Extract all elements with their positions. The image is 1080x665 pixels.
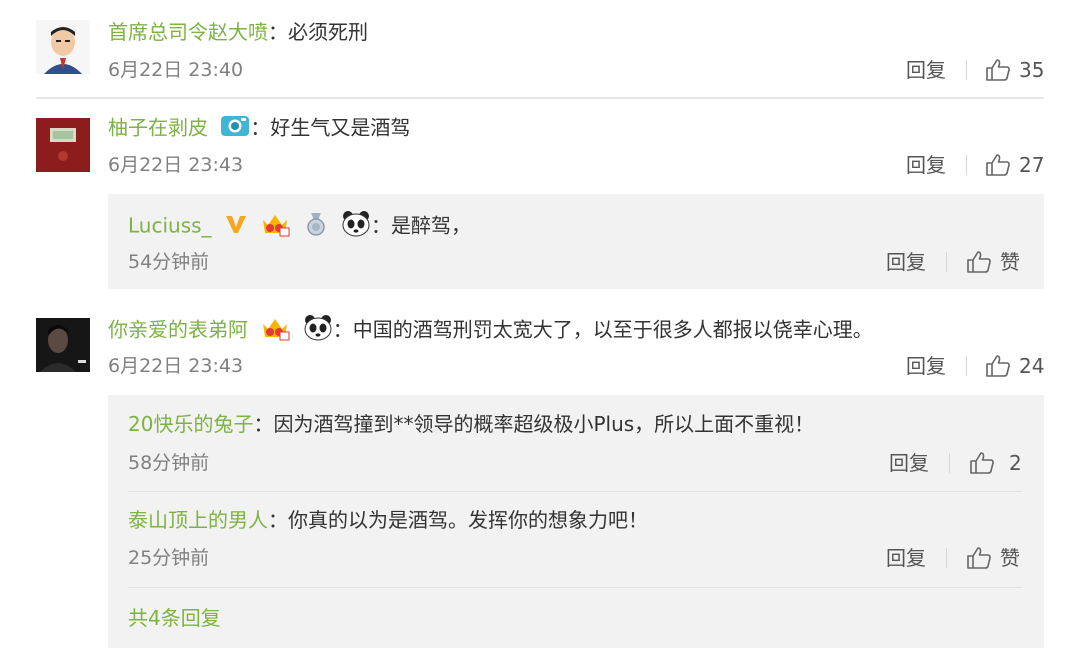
- separator: [946, 548, 947, 568]
- reply-line: 20快乐的兔子：因为酒驾撞到**领导的概率超级极小Plus，所以上面不重视！: [128, 411, 814, 437]
- reply-divider: [128, 491, 1022, 492]
- like-button[interactable]: 2: [969, 451, 1022, 475]
- divider: [36, 97, 1044, 99]
- more-replies-link[interactable]: 共4条回复: [128, 605, 221, 631]
- username-link[interactable]: 20快乐的兔子: [128, 412, 253, 436]
- username-link[interactable]: 你亲爱的表弟阿: [108, 318, 248, 342]
- like-count: 24: [1019, 354, 1045, 378]
- like-button[interactable]: 35: [985, 58, 1044, 82]
- thumbs-up-icon: [967, 547, 991, 569]
- timestamp: 25分钟前: [128, 547, 210, 569]
- medal-badge-icon: [303, 211, 329, 243]
- reply-line: Luciuss_ ：是醉驾，: [128, 210, 471, 244]
- thumbs-up-icon: [986, 355, 1010, 377]
- thumbs-up-icon: [986, 154, 1010, 176]
- username-link[interactable]: Luciuss_: [128, 214, 212, 238]
- like-count: 35: [1019, 58, 1045, 82]
- camera-badge-icon: [220, 114, 250, 144]
- username-link[interactable]: 柚子在剥皮: [108, 116, 208, 140]
- separator: [946, 252, 947, 272]
- reply-text: 因为酒驾撞到**领导的概率超级极小Plus，所以上面不重视！: [273, 412, 815, 436]
- reply-button[interactable]: 回复: [906, 354, 946, 378]
- timestamp: 6月22日 23:43: [108, 355, 244, 377]
- panda-emoji-icon: [303, 314, 333, 348]
- timestamp: 54分钟前: [128, 251, 210, 273]
- username-link[interactable]: 首席总司令赵大喷: [108, 20, 268, 44]
- like-button[interactable]: 赞: [966, 546, 1020, 570]
- reply-text: 你真的以为是酒驾。发挥你的想象力吧！: [288, 508, 648, 532]
- reply-line: 泰山顶上的男人：你真的以为是酒驾。发挥你的想象力吧！: [128, 507, 648, 533]
- comment-text: 好生气又是酒驾: [270, 115, 411, 140]
- colon: ：: [370, 213, 391, 238]
- reply-button[interactable]: 回复: [889, 451, 929, 475]
- like-label: 赞: [1000, 546, 1020, 570]
- like-label: 赞: [1000, 250, 1020, 274]
- avatar[interactable]: [36, 20, 90, 74]
- separator: [966, 155, 967, 175]
- like-count: 2: [1009, 451, 1022, 475]
- thumbs-up-icon: [986, 59, 1010, 81]
- reply-button[interactable]: 回复: [886, 250, 926, 274]
- comment-line: 柚子在剥皮 ：好生气又是酒驾: [108, 114, 410, 144]
- v-verified-icon: [224, 213, 248, 241]
- comment-line: 你亲爱的表弟阿 ：中国的酒驾刑罚太宽大了，以至于很多人都报以侥幸心理。: [108, 314, 873, 348]
- like-button[interactable]: 赞: [966, 250, 1020, 274]
- like-button[interactable]: 24: [985, 354, 1044, 378]
- colon: ：: [253, 412, 274, 436]
- comment-text: 必须死刑: [288, 20, 368, 44]
- comment-line: 首席总司令赵大喷：必须死刑: [108, 19, 368, 45]
- reply-divider: [128, 587, 1022, 588]
- reply-button[interactable]: 回复: [906, 153, 946, 177]
- panda-emoji-icon: [341, 210, 371, 244]
- colon: ：: [332, 317, 353, 342]
- like-count: 27: [1019, 153, 1045, 177]
- crown-badge-icon: [260, 211, 290, 243]
- reply-button[interactable]: 回复: [886, 546, 926, 570]
- timestamp: 6月22日 23:40: [108, 59, 244, 81]
- colon: ：: [250, 115, 271, 140]
- colon: ：: [268, 20, 288, 44]
- comment-text: 中国的酒驾刑罚太宽大了，以至于很多人都报以侥幸心理。: [352, 317, 873, 342]
- separator: [966, 356, 967, 376]
- reply-text: 是醉驾，: [390, 213, 471, 238]
- timestamp: 6月22日 23:43: [108, 154, 244, 176]
- separator: [966, 60, 967, 80]
- timestamp: 58分钟前: [128, 452, 210, 474]
- thumbs-up-icon: [967, 251, 991, 273]
- reply-button[interactable]: 回复: [906, 58, 946, 82]
- avatar[interactable]: [36, 118, 90, 172]
- colon: ：: [268, 508, 288, 532]
- avatar[interactable]: [36, 318, 90, 372]
- crown-badge-icon: [260, 315, 290, 347]
- like-button[interactable]: 27: [985, 153, 1044, 177]
- username-link[interactable]: 泰山顶上的男人: [128, 508, 268, 532]
- thumbs-up-icon: [970, 452, 994, 474]
- separator: [949, 453, 950, 473]
